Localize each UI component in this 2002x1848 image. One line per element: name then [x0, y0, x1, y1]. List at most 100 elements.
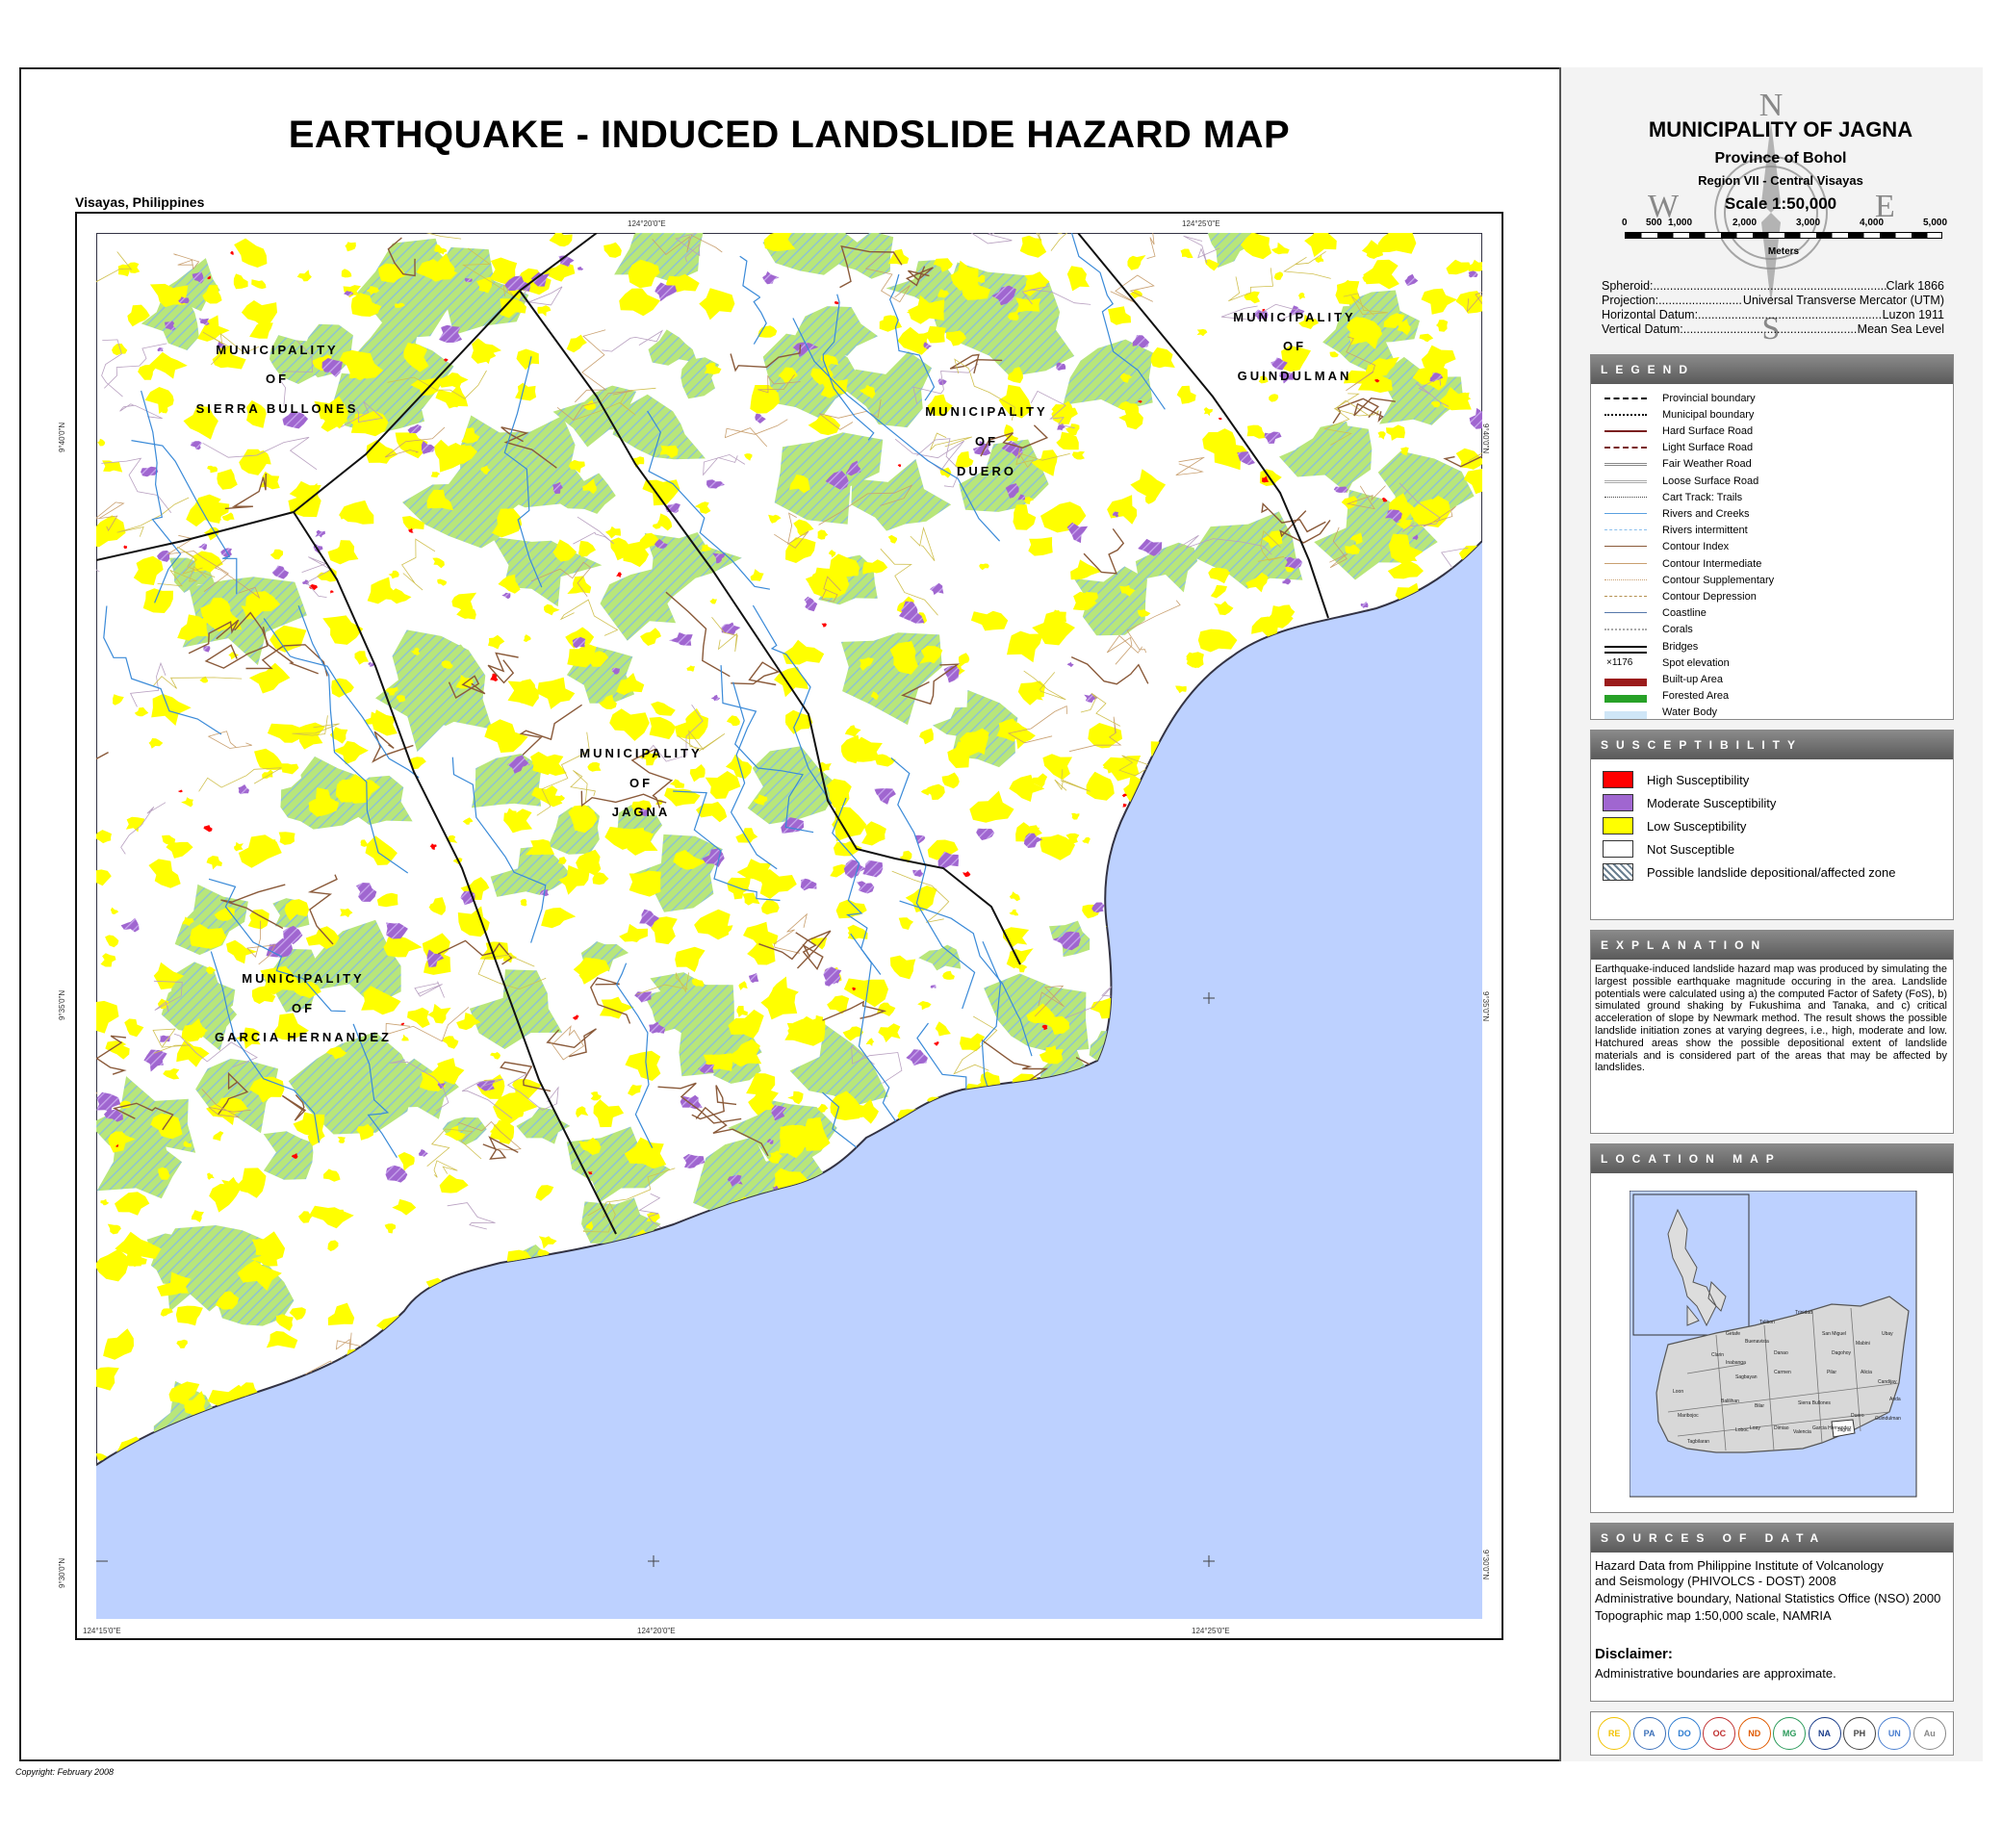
town-label: Dagohoy: [1832, 1350, 1852, 1356]
tick-top-1: 124°20'0"E: [628, 219, 666, 228]
legend-label: Cart Track: Trails: [1662, 491, 1743, 503]
legend-label: Contour Depression: [1662, 590, 1757, 603]
agency-logo-icon: ND: [1737, 1717, 1771, 1750]
hazard-map-canvas[interactable]: MUNICIPALITY OF SIERRA BULLONES MUNICIPA…: [96, 233, 1482, 1619]
tick-top-2: 124°25'0"E: [1182, 219, 1220, 228]
legend-item: Loose Surface Road: [1603, 473, 1758, 489]
legend-label: Water Body: [1662, 706, 1718, 719]
tick-right-1: 9°40'0"N: [1481, 424, 1490, 454]
town-label: Guindulman: [1875, 1416, 1901, 1422]
legend-label: Spot elevation: [1662, 656, 1730, 669]
label-jagna-3: JAGNA: [612, 805, 671, 819]
label-guindulman-1: MUNICIPALITY: [1233, 310, 1355, 324]
town-label: Maribojoc: [1678, 1413, 1699, 1419]
disclaimer-text: Administrative boundaries are approximat…: [1595, 1666, 1836, 1681]
legend-symbol-icon: [1603, 575, 1649, 586]
label-garcia-1: MUNICIPALITY: [242, 971, 364, 986]
agency-logo-icon: RE: [1598, 1717, 1631, 1750]
location-map-panel: LOCATION MAP Talibon Trinidad Ubay Carmen Pi…: [1590, 1143, 1954, 1513]
sus-moderate: Moderate Susceptibility: [1603, 794, 1776, 811]
legend-item: Hard Surface Road: [1603, 423, 1753, 439]
legend-symbol-icon: [1603, 641, 1649, 654]
sources-panel: SOURCES OF DATA Hazard Data from Philipp…: [1590, 1523, 1954, 1702]
town-label: Loay: [1750, 1425, 1760, 1431]
region-name: Region VII - Central Visayas: [1698, 173, 1863, 188]
legend-panel: LEGEND Provincial boundary Municipal boun…: [1590, 354, 1954, 720]
town-label: Valencia: [1793, 1429, 1811, 1435]
legend-item: Cart Track: Trails: [1603, 489, 1742, 505]
sus-affected: Possible landslide depositional/affected…: [1603, 863, 1896, 881]
agency-logo-icon: NA: [1808, 1717, 1841, 1750]
town-label: Loon: [1673, 1389, 1683, 1395]
town-label: Anda: [1889, 1397, 1901, 1402]
susceptibility-panel: SUSCEPTIBILITY High Susceptibility Moder…: [1590, 730, 1954, 920]
susceptibility-title: SUSCEPTIBILITY: [1591, 731, 1953, 759]
town-label: Loboc: [1735, 1427, 1749, 1433]
legend-label: Built-up Area: [1662, 673, 1723, 685]
legend-item: Forested Area: [1603, 688, 1729, 705]
town-label: Pilar: [1827, 1370, 1836, 1375]
copyright-note: Copyright: February 2008: [15, 1767, 115, 1777]
legend-item: ×1176 Spot elevation: [1603, 654, 1730, 671]
legend-symbol-icon: [1603, 541, 1649, 552]
legend-symbol-icon: [1603, 591, 1649, 603]
legend-symbol-icon: [1603, 624, 1649, 635]
legend-item: Contour Intermediate: [1603, 555, 1761, 572]
scale-tick-500: 500: [1646, 218, 1662, 228]
legend-label: Loose Surface Road: [1662, 475, 1759, 487]
hazard-patch: [1014, 297, 1041, 314]
province-name: Province of Bohol: [1714, 150, 1847, 167]
legend-symbol-icon: [1603, 393, 1649, 404]
legend-symbol-icon: [1603, 475, 1649, 487]
map-title: EARTHQUAKE - INDUCED LANDSLIDE HAZARD MA…: [288, 114, 1291, 156]
legend-label: Bridges: [1662, 640, 1699, 653]
tick-bottom-3: 124°25'0"E: [1192, 1627, 1230, 1635]
legend-item: Fair Weather Road: [1603, 456, 1752, 473]
hazard-patch: [160, 1035, 171, 1042]
projection-row-spheroid: Spheroid:...............................…: [1602, 279, 1944, 293]
town-label: Getafe: [1726, 1331, 1740, 1337]
hazard-patch: [1028, 537, 1053, 556]
town-label: Duero: [1851, 1413, 1864, 1419]
town-label: Inabanga: [1726, 1360, 1746, 1366]
scale-tick-5000: 5,000: [1923, 218, 1948, 228]
town-label: Balilihan: [1721, 1399, 1739, 1404]
explanation-text: Earthquake-induced landslide hazard map …: [1595, 963, 1947, 1074]
scale-tick-1000: 1,000: [1668, 218, 1693, 228]
sus-not: Not Susceptible: [1603, 840, 1734, 858]
tick-bottom-1: 124°15'0"E: [83, 1627, 121, 1635]
agency-logo-icon: DO: [1667, 1717, 1701, 1750]
town-label: Buenavista: [1745, 1339, 1769, 1345]
legend-item: Corals: [1603, 622, 1693, 638]
tick-right-2: 9°35'0"N: [1481, 991, 1490, 1022]
town-label: Mabini: [1856, 1341, 1870, 1347]
spot-elevation-sample: ×1176: [1606, 656, 1633, 668]
legend-symbol-icon: [1603, 425, 1649, 437]
label-jagna-2: OF: [629, 776, 653, 790]
legend-symbol-icon: [1603, 558, 1649, 570]
scale-text: Scale 1:50,000: [1724, 194, 1837, 213]
town-label: Trinidad: [1795, 1310, 1812, 1316]
legend-item: Rivers and Creeks: [1603, 505, 1749, 522]
location-map-graphic: Talibon Trinidad Ubay Carmen Pilar Alicia Cand…: [1630, 1191, 1917, 1498]
legend-symbol-icon: [1603, 442, 1649, 453]
legend-label: Light Surface Road: [1662, 442, 1754, 454]
label-duero-3: DUERO: [957, 464, 1016, 478]
logo-strip: RE PA DO OC ND MG NA PH UN Au: [1590, 1711, 1954, 1756]
legend-symbol-icon: [1603, 706, 1649, 720]
agency-logo-icon: PH: [1842, 1717, 1876, 1750]
disclaimer-title: Disclaimer:: [1595, 1646, 1673, 1662]
sus-low: Low Susceptibility: [1603, 817, 1746, 834]
tick-left-1: 9°40'0"N: [58, 422, 66, 452]
map-subtitle: Visayas, Philippines: [75, 194, 205, 210]
town-label: Garcia Hernandez: [1812, 1425, 1852, 1431]
legend-label: Rivers intermittent: [1662, 525, 1748, 537]
agency-logo-icon: MG: [1773, 1717, 1807, 1750]
location-map-title: LOCATION MAP: [1591, 1144, 1953, 1173]
legend-symbol-icon: [1603, 674, 1649, 686]
town-label: Talibon: [1759, 1320, 1775, 1325]
tick-right-3: 9°30'0"N: [1481, 1550, 1490, 1580]
legend-item: Light Surface Road: [1603, 440, 1753, 456]
legend-item: Rivers intermittent: [1603, 523, 1748, 539]
town-label: Alicia: [1861, 1370, 1872, 1375]
